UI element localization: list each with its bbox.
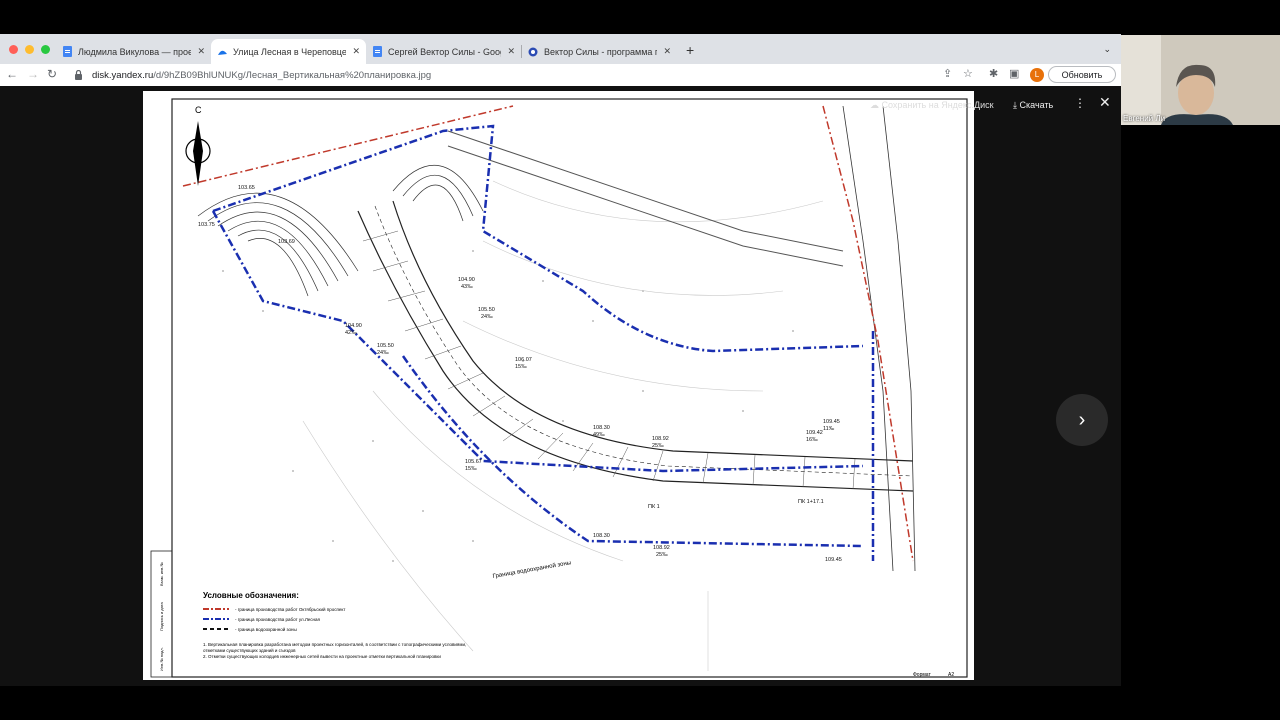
browser-toolbar: ← → ↻ disk.yandex.ru/d/9hZB09BhlUNUKg/Ле… — [0, 64, 1121, 86]
star-icon[interactable]: ☆ — [963, 68, 973, 80]
chevron-down-icon[interactable]: ⌄ — [1103, 44, 1111, 55]
red-boundary-line-icon — [203, 608, 229, 610]
elevation-label: 106.07 — [515, 357, 532, 363]
drawing-sheet: С 104.90 43‰ 105.50 24‰ 104.90 42‰ 105.50 24‰ 10… — [143, 91, 974, 680]
legend-item: - граница водоохранной зоны — [203, 624, 963, 634]
elevation-label: 109.42 — [806, 430, 823, 436]
elevation-label: 24‰ — [377, 350, 389, 356]
elevation-label: 108.30 — [593, 425, 610, 431]
black-dashed-line-icon — [203, 628, 229, 630]
close-window-button[interactable] — [9, 45, 18, 54]
elevation-label: 42‰ — [345, 330, 357, 336]
window-controls — [9, 45, 50, 54]
google-docs-icon — [372, 46, 382, 57]
elevation-label: 109.45 — [823, 419, 840, 425]
legend-item: - граница производства работ ул.Лесная — [203, 614, 963, 624]
elevation-label: 105.67 — [465, 459, 482, 465]
drawing-notes: 1. Вертикальная планировка разработана м… — [203, 642, 467, 659]
share-icon[interactable]: ⇪ — [943, 68, 952, 80]
close-viewer-icon[interactable]: ✕ — [1099, 94, 1111, 111]
elevation-label: 105.50 — [377, 343, 394, 349]
elevation-label: 108.92 — [653, 545, 670, 551]
image-viewer: С 104.90 43‰ 105.50 24‰ 104.90 42‰ 105.50 24‰ 10… — [0, 86, 1121, 686]
stamp-field: Подпись и дата — [159, 601, 164, 631]
webcam-video: Евгений Ли — [1121, 35, 1280, 125]
legend-item: - граница производства работ Октябрьский… — [203, 604, 963, 614]
elevation-label: 103.75 — [198, 222, 215, 228]
elevation-label: 104.90 — [458, 277, 475, 283]
close-icon[interactable]: ✕ — [197, 46, 205, 57]
update-button[interactable]: Обновить — [1048, 66, 1116, 83]
profile-avatar[interactable]: L — [1030, 68, 1044, 82]
side-panel-icon[interactable]: ▣ — [1009, 68, 1019, 80]
elevation-label: 15‰ — [515, 364, 527, 370]
stamp-field: Взам. инв.№ — [159, 562, 164, 586]
elevation-label: 103.69 — [278, 239, 295, 245]
elevation-label: 105.50 — [478, 307, 495, 313]
chevron-right-icon: › — [1078, 408, 1086, 431]
blue-boundary-line-icon — [203, 618, 229, 620]
site-icon — [528, 47, 538, 57]
elevation-label: 24‰ — [481, 314, 493, 320]
close-icon[interactable]: ✕ — [507, 46, 515, 57]
elevation-label: 25‰ — [656, 552, 668, 558]
participant-name: Евгений Ли — [1123, 114, 1166, 123]
back-arrow-icon[interactable]: ← — [6, 67, 18, 81]
elevation-label: 103.65 — [238, 185, 255, 191]
address-bar[interactable]: disk.yandex.ru/d/9hZB09BhlUNUKg/Лесная_В… — [66, 66, 981, 84]
elevation-label: ПК 1+17.1 — [798, 499, 824, 505]
tab-lyudmila[interactable]: Людмила Викулова — проект ✕ — [56, 39, 211, 64]
legend-title: Условные обозначения: — [203, 591, 299, 600]
elevation-label: 108.30 — [593, 533, 610, 539]
elevation-label: 108.92 — [652, 436, 669, 442]
tab-sergey[interactable]: Сергей Вектор Силы - Google ✕ — [366, 39, 521, 64]
water-protection-zone-label: Граница водоохранной зоны — [492, 559, 571, 580]
tab-bar: Людмила Викулова — проект ✕ Улица Лесная… — [0, 34, 1121, 64]
minimize-window-button[interactable] — [25, 45, 34, 54]
drawing-legend: Условные обозначения: - граница производ… — [203, 591, 963, 660]
url-path: /d/9hZB09BhlUNUKg/Лесная_Вертикальная%20… — [153, 69, 432, 81]
save-to-disk-button[interactable]: ☁ Сохранить на Яндекс.Диск — [870, 100, 994, 111]
download-button[interactable]: ⤓ Скачать — [1013, 100, 1053, 111]
elevation-label: 15‰ — [465, 466, 477, 472]
new-tab-plus-icon[interactable]: + — [686, 43, 694, 57]
reload-icon[interactable]: ↻ — [47, 67, 57, 81]
north-label: С — [195, 105, 202, 115]
elevation-label: 104.90 — [345, 323, 362, 329]
browser-window: Людмила Викулова — проект ✕ Улица Лесная… — [0, 34, 1121, 686]
close-icon[interactable]: ✕ — [663, 46, 671, 57]
elevation-label: ПК 1 — [648, 504, 660, 510]
next-image-button[interactable]: › — [1056, 394, 1108, 446]
lock-icon — [75, 70, 82, 80]
close-icon[interactable]: ✕ — [352, 46, 360, 57]
extensions-icon[interactable]: ✱ — [989, 68, 998, 80]
maximize-window-button[interactable] — [41, 45, 50, 54]
more-menu-icon[interactable]: ⋮ — [1074, 96, 1086, 110]
elevation-label: 11‰ — [823, 426, 835, 432]
stamp-field: Инв.№ подл. — [159, 647, 164, 671]
forward-arrow-icon[interactable]: → — [27, 67, 39, 81]
download-icon: ⤓ — [1013, 100, 1017, 110]
elevation-label: 16‰ — [806, 437, 818, 443]
yandex-disk-icon — [217, 47, 227, 57]
north-arrow-icon — [185, 121, 211, 186]
elevation-label: 109.45 — [825, 557, 842, 563]
format-value: А2 — [948, 672, 954, 678]
tab-lesnaya[interactable]: Улица Лесная в Череповце — ✕ — [211, 39, 366, 64]
elevation-label: 43‰ — [461, 284, 473, 290]
elevation-label: 25‰ — [652, 443, 664, 449]
cloud-icon: ☁ — [870, 100, 879, 110]
format-label: Формат — [913, 672, 931, 678]
elevation-label: 49‰ — [593, 432, 605, 438]
url-domain: disk.yandex.ru — [92, 69, 154, 81]
participant-video — [1121, 35, 1280, 125]
google-docs-icon — [62, 46, 72, 57]
tab-vektor[interactable]: Вектор Силы - программа п ✕ — [522, 39, 677, 64]
